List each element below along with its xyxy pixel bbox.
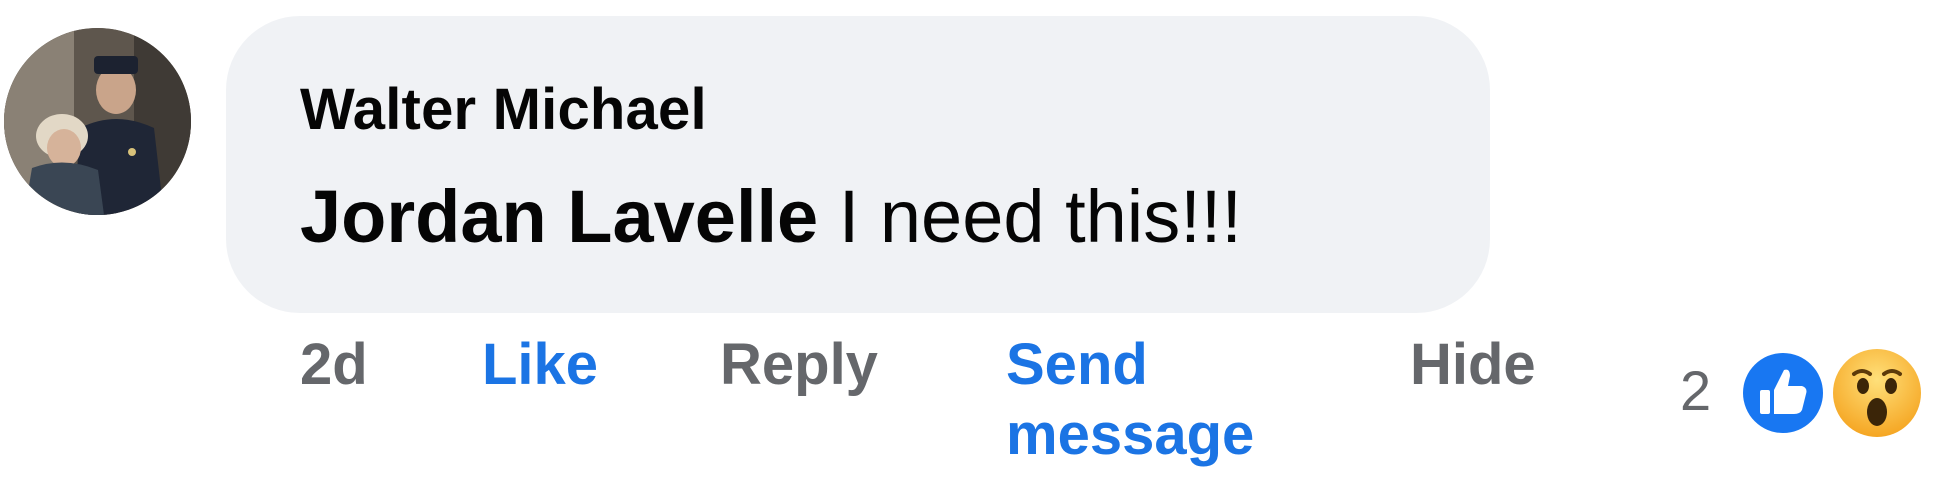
reaction-count: 2 (1680, 359, 1712, 422)
comment-bubble: Walter Michael Jordan Lavelle I need thi… (226, 16, 1490, 313)
comment-body: I need this!!! (818, 175, 1242, 258)
profile-photo (4, 28, 191, 215)
like-reaction-icon (1736, 346, 1830, 440)
wow-reaction-icon (1830, 346, 1924, 440)
reply-button[interactable]: Reply (720, 330, 878, 400)
comment-timestamp[interactable]: 2d (300, 330, 368, 400)
avatar[interactable] (4, 28, 191, 215)
hide-button[interactable]: Hide (1410, 330, 1536, 400)
reactions-summary[interactable]: 2 (1680, 346, 1942, 446)
send-message-button[interactable]: Send message (1006, 330, 1336, 470)
comment-actions: 2d Like Reply Send message Hide (0, 330, 1946, 490)
like-button[interactable]: Like (482, 330, 598, 400)
comment-text: Jordan Lavelle I need this!!! (300, 174, 1242, 259)
mentioned-user-link[interactable]: Jordan Lavelle (300, 175, 818, 258)
comment-author-name[interactable]: Walter Michael (300, 76, 707, 143)
